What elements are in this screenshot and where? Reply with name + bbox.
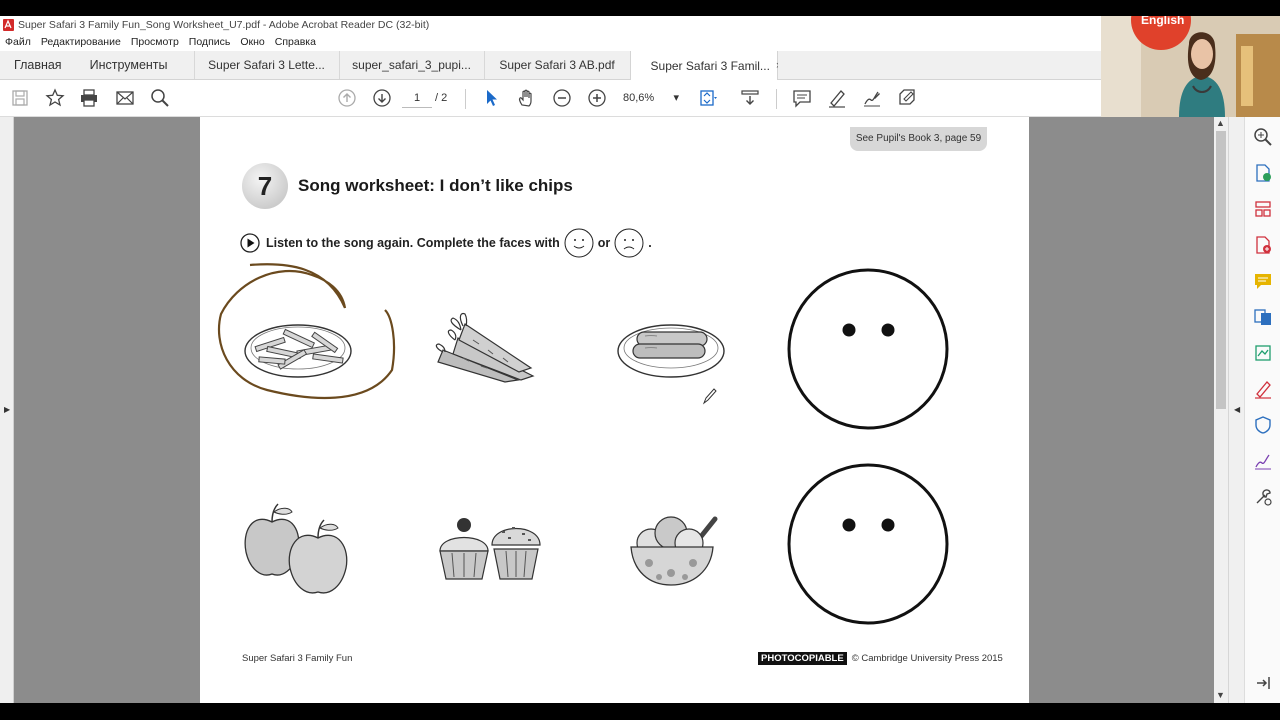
fit-page-icon[interactable]: [698, 88, 718, 108]
tab-filler: [777, 51, 1101, 79]
photocopiable-badge: PHOTOCOPIABLE: [758, 652, 847, 665]
menu-window[interactable]: Окно: [240, 36, 264, 48]
create-pdf-icon[interactable]: [1253, 235, 1273, 255]
footer-series: Super Safari 3 Family Fun: [242, 653, 353, 664]
export-pdf-icon[interactable]: [1253, 163, 1273, 183]
vertical-scrollbar[interactable]: ▲ ▼: [1214, 117, 1228, 703]
apples-image: [244, 503, 348, 594]
acrobat-app-icon: [3, 18, 14, 31]
scroll-mode-icon[interactable]: [740, 88, 760, 108]
tools-panel: [1244, 117, 1280, 703]
blank-face-2: [787, 463, 949, 625]
fill-and-sign-icon[interactable]: [1253, 379, 1273, 399]
zoom-value: 80,6%: [623, 92, 655, 104]
sign-icon[interactable]: [862, 88, 882, 108]
window-title: Super Safari 3 Family Fun_Song Worksheet…: [18, 18, 430, 31]
carrots-image: [435, 312, 535, 383]
more-tools-icon[interactable]: [1253, 487, 1273, 507]
instruction-line: Listen to the song again. Complete the f…: [240, 228, 652, 258]
collapse-left-icon: ◀: [1234, 405, 1241, 414]
tab-label: super_safari_3_pupi...: [352, 58, 471, 72]
scrollbar-thumb[interactable]: [1216, 131, 1226, 409]
chevron-down-icon: ▾: [673, 92, 679, 104]
combine-files-icon[interactable]: [1253, 307, 1273, 327]
highlight-pen-icon[interactable]: [827, 88, 847, 108]
pen-cursor-icon: [702, 388, 717, 405]
tab-doc-letter[interactable]: Super Safari 3 Lette...: [195, 51, 340, 79]
bookmark-star-icon[interactable]: [45, 88, 65, 108]
search-icon[interactable]: [150, 88, 170, 108]
sad-face-icon: [614, 228, 644, 258]
menu-view[interactable]: Просмотр: [131, 36, 179, 48]
footer-copyright-block: PHOTOCOPIABLE © Cambridge University Pre…: [758, 652, 1003, 665]
page-title: Song worksheet: I don’t like chips: [298, 176, 573, 195]
tools-pane-toggle[interactable]: ◀: [1228, 117, 1244, 703]
title-bar: Super Safari 3 Family Fun_Song Worksheet…: [0, 16, 1101, 33]
instruction-period: .: [648, 236, 652, 250]
print-icon[interactable]: [79, 88, 99, 108]
save-icon[interactable]: [10, 88, 30, 108]
ice-cream-image: [630, 516, 718, 586]
scan-enhance-icon[interactable]: [1253, 343, 1273, 363]
tab-home[interactable]: Главная: [0, 51, 76, 79]
toolbar-divider: [465, 89, 466, 109]
zoom-search-icon[interactable]: [1253, 127, 1273, 147]
zoom-select[interactable]: 80,6% ▾: [623, 89, 679, 108]
tab-doc-activity-book[interactable]: Super Safari 3 AB.pdf: [485, 51, 630, 79]
toolbar: 1 / 2 80,6% ▾: [0, 80, 1101, 117]
page-reference-badge: See Pupil's Book 3, page 59: [850, 127, 987, 151]
comment-tool-icon[interactable]: [1253, 271, 1273, 291]
scroll-up-icon[interactable]: ▲: [1216, 118, 1225, 128]
happy-face-icon: [564, 228, 594, 258]
comment-icon[interactable]: [792, 88, 812, 108]
activity-number: 7: [242, 163, 288, 209]
fill-sign-icon[interactable]: [897, 88, 917, 108]
presenter-video: English: [1101, 16, 1280, 117]
edit-sign-icon[interactable]: [1253, 451, 1273, 471]
protect-shield-icon[interactable]: [1253, 415, 1273, 435]
menu-file[interactable]: Файл: [5, 36, 31, 48]
next-page-icon[interactable]: [372, 88, 392, 108]
pdf-page: See Pupil's Book 3, page 59 7 Song works…: [200, 117, 1029, 703]
copyright-text: © Cambridge University Press 2015: [851, 653, 1003, 664]
hand-tool-icon[interactable]: [516, 88, 536, 108]
page-number-input[interactable]: 1: [402, 89, 432, 108]
tab-doc-family-fun[interactable]: Super Safari 3 Famil... ×: [629, 51, 782, 80]
tab-label: Super Safari 3 Lette...: [208, 58, 325, 72]
toolbar-divider: [776, 89, 777, 109]
scroll-down-icon[interactable]: ▼: [1216, 690, 1225, 700]
menu-bar: Файл Редактирование Просмотр Подпись Окн…: [0, 33, 1101, 51]
tab-tools[interactable]: Инструменты: [76, 51, 195, 79]
blank-face-1: [787, 268, 949, 430]
collapse-panel-icon[interactable]: [1253, 673, 1273, 693]
webcam-overlay: English: [1101, 16, 1280, 117]
menu-edit[interactable]: Редактирование: [41, 36, 121, 48]
tab-label: Super Safari 3 AB.pdf: [499, 58, 615, 72]
navigation-pane-toggle[interactable]: ▶: [0, 117, 14, 703]
menu-help[interactable]: Справка: [275, 36, 316, 48]
email-icon[interactable]: [115, 88, 135, 108]
play-icon: [240, 233, 260, 253]
instruction-or: or: [597, 236, 611, 250]
chips-image: [217, 263, 396, 399]
tab-doc-pupils-book[interactable]: super_safari_3_pupi...: [340, 51, 485, 79]
screen: Super Safari 3 Family Fun_Song Worksheet…: [0, 0, 1280, 720]
page-total: / 2: [435, 92, 448, 104]
sausages-image: [617, 324, 725, 378]
screen-bottom-border: [0, 703, 1280, 720]
organize-pages-icon[interactable]: [1253, 199, 1273, 219]
select-cursor-icon[interactable]: [481, 88, 501, 108]
expand-right-icon: ▶: [4, 405, 11, 414]
zoom-out-icon[interactable]: [552, 88, 572, 108]
instruction-text: Listen to the song again. Complete the f…: [266, 236, 560, 250]
cupcakes-image: [439, 518, 541, 580]
tab-label: Super Safari 3 Famil...: [650, 58, 770, 73]
tab-bar: Главная Инструменты Super Safari 3 Lette…: [0, 51, 1101, 80]
menu-sign[interactable]: Подпись: [189, 36, 231, 48]
previous-page-icon[interactable]: [337, 88, 357, 108]
zoom-in-icon[interactable]: [587, 88, 607, 108]
svg-text:English: English: [1141, 16, 1184, 27]
